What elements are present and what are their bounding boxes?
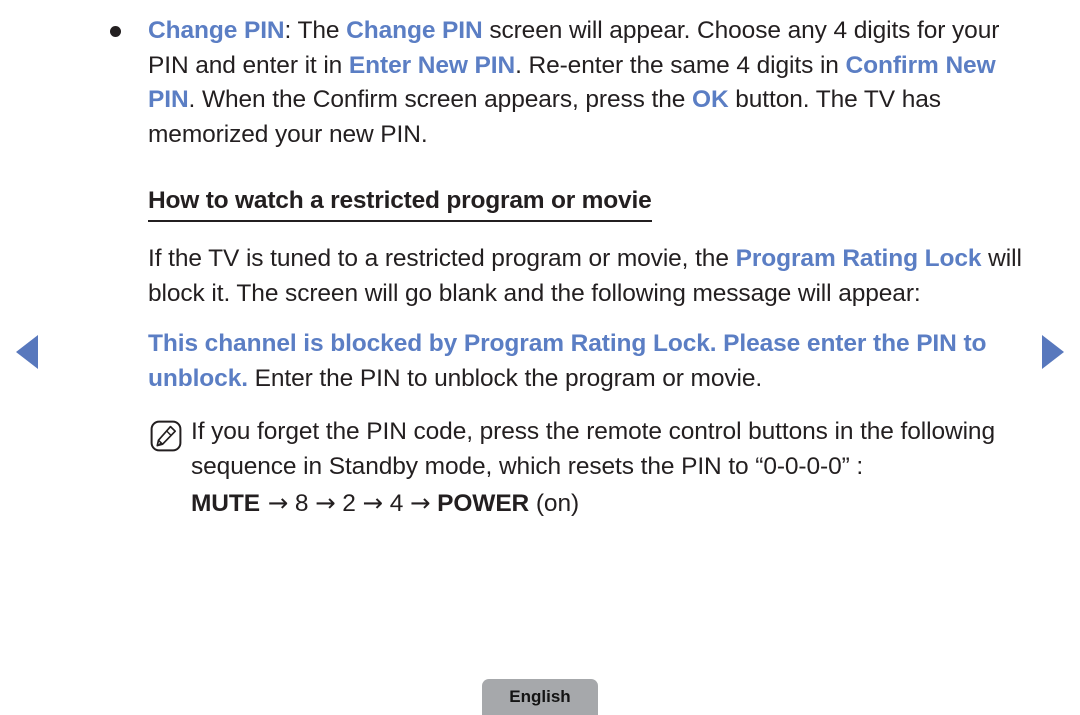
prev-page-arrow-icon[interactable] [16,335,38,369]
note-block: If you forget the PIN code, press the re… [104,414,1034,521]
term-change-pin-screen: Change PIN [346,17,483,44]
language-button[interactable]: English [482,679,598,715]
bullet-seg-3: . Re-enter the same 4 digits in [515,51,846,79]
manual-page: Change PIN: The Change PIN screen will a… [0,0,1080,715]
arrow-glyph-2: → [315,488,336,517]
bullet-seg-1: : The [284,17,347,44]
note-pencil-icon [150,420,182,452]
blocked-message-followup: Enter the PIN to unblock the program or … [247,364,763,392]
term-enter-new-pin: Enter New PIN [348,51,516,79]
spacer-6 [403,490,410,517]
spacer-1 [288,490,295,517]
bullet-seg-4: . When the Confirm screen appears, press… [188,86,692,113]
section-heading: How to watch a restricted program or mov… [104,186,1034,222]
blocked-message-paragraph: This channel is blocked by Program Ratin… [104,327,1034,396]
spacer-4 [356,490,363,517]
key-digit-8: 8 [294,490,309,517]
key-digit-2: 2 [342,490,356,517]
arrow-glyph-3: → [362,488,384,517]
arrow-1-icon [260,488,268,517]
term-program-rating-lock: Program Rating Lock [735,245,982,272]
bullet-dot-icon [110,26,121,37]
spacer-5 [383,490,390,517]
note-text-line: If you forget the PIN code, press the re… [191,418,995,480]
intro-seg-1: If the TV is tuned to a restricted progr… [148,245,736,272]
key-digit-4: 4 [389,490,404,517]
bullet-item-change-pin: Change PIN: The Change PIN screen will a… [104,14,1034,152]
arrow-glyph-4: → [409,488,431,517]
key-mute: MUTE [191,490,261,517]
key-power: POWER [437,490,530,517]
page-content: Change PIN: The Change PIN screen will a… [104,14,1034,521]
arrow-glyph-1: → [267,488,289,517]
key-power-state: (on) [529,490,580,517]
next-page-arrow-icon[interactable] [1042,335,1064,369]
term-ok-button: OK [691,86,729,113]
section-heading-text: How to watch a restricted program or mov… [148,186,652,222]
intro-paragraph: If the TV is tuned to a restricted progr… [104,242,1034,311]
term-change-pin: Change PIN [148,17,285,44]
note-key-sequence: MUTE → 8 → 2 → 4 → POWER (on) [191,485,1034,521]
bullet-item-paragraph: Change PIN: The Change PIN screen will a… [148,14,1034,152]
